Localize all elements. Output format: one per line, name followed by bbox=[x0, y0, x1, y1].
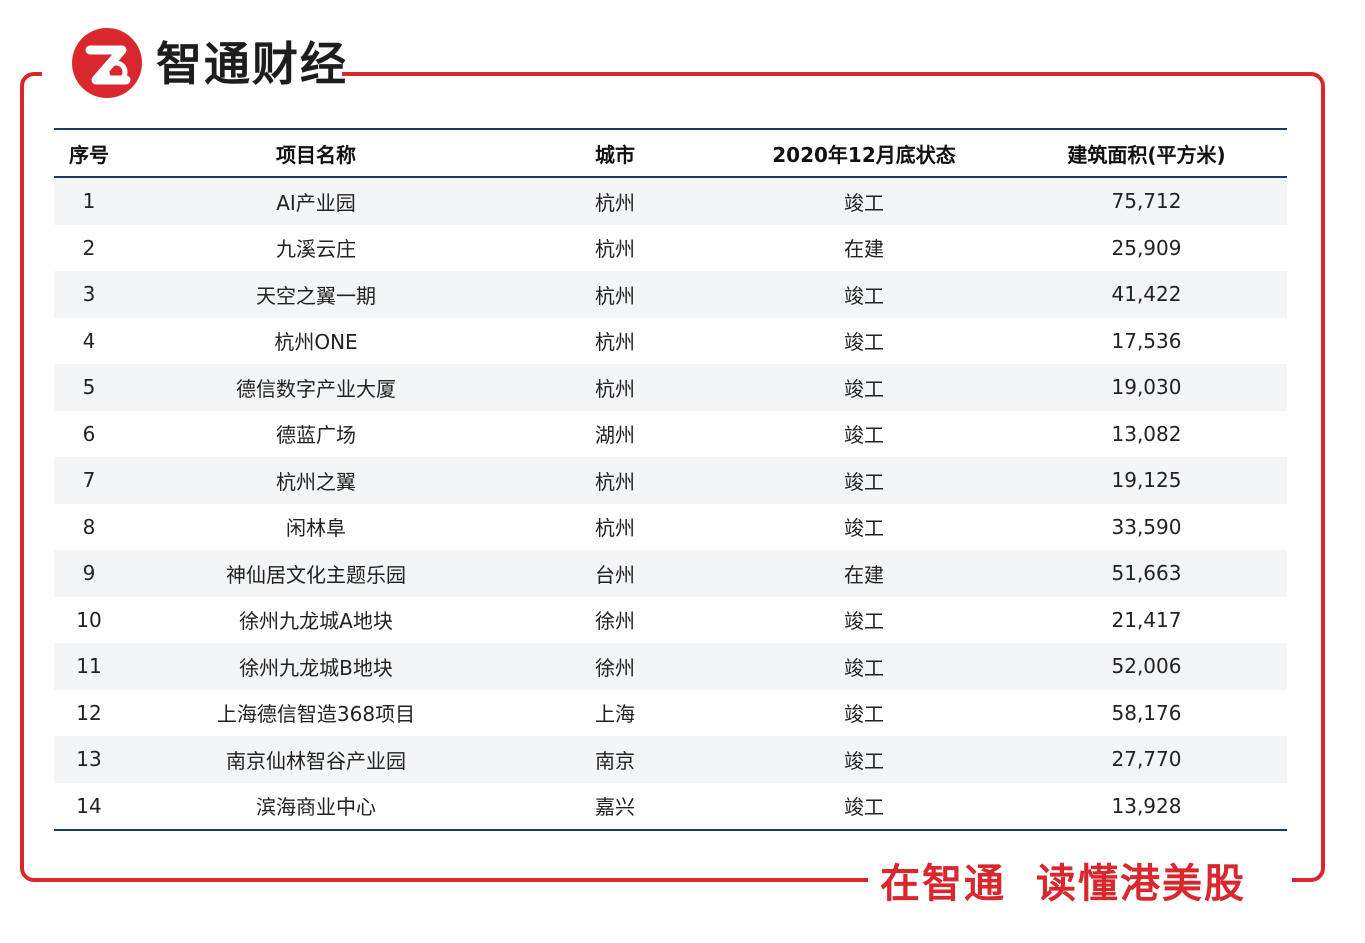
cell-city: 杭州 bbox=[508, 457, 722, 504]
header-floor-area: 建筑面积(平方米) bbox=[1067, 142, 1226, 167]
table-row: 14 滨海商业中心 嘉兴 竣工 13,928 bbox=[54, 783, 1287, 830]
cell-status: 竣工 bbox=[844, 516, 884, 541]
cell-index: 2 bbox=[82, 235, 96, 260]
cell-city: 杭州 bbox=[595, 516, 635, 541]
table-row: 8 闲林阜 杭州 竣工 33,590 bbox=[54, 504, 1287, 551]
cell-status: 竣工 bbox=[844, 423, 884, 448]
cell-city: 杭州 bbox=[595, 330, 635, 355]
table-row: 4 杭州ONE 杭州 竣工 17,536 bbox=[54, 318, 1287, 365]
brand-name: 智通财经 bbox=[156, 37, 348, 91]
cell-index: 4 bbox=[82, 328, 96, 353]
cell-project-name: 九溪云庄 bbox=[276, 237, 356, 262]
cell-status: 在建 bbox=[722, 550, 1006, 597]
cell-city: 徐州 bbox=[508, 643, 722, 690]
cell-city: 南京 bbox=[508, 736, 722, 783]
cell-index: 7 bbox=[54, 457, 124, 504]
cell-status: 竣工 bbox=[722, 364, 1006, 411]
cell-project-name: 杭州之翼 bbox=[124, 457, 508, 504]
cell-project-name: 上海德信智造368项目 bbox=[216, 702, 416, 727]
cell-project-name: 闲林阜 bbox=[286, 516, 346, 541]
cell-index: 13 bbox=[54, 736, 124, 783]
cell-floor-area: 13,928 bbox=[1111, 793, 1182, 818]
projects-table: 序号 项目名称 城市 2020年12月底状态 建筑面积(平方米) 1 AI产业园杭… bbox=[54, 128, 1287, 831]
cell-floor-area: 21,417 bbox=[1111, 607, 1182, 632]
cell-status: 竣工 bbox=[844, 609, 884, 634]
cell-floor-area: 13,082 bbox=[1111, 421, 1182, 446]
cell-project-name: 徐州九龙城B地块 bbox=[124, 643, 508, 690]
cell-status: 竣工 bbox=[722, 457, 1006, 504]
cell-city: 杭州 bbox=[508, 364, 722, 411]
cell-project-name: 南京仙林智谷产业园 bbox=[124, 736, 508, 783]
cell-city: 杭州 bbox=[595, 237, 635, 262]
cell-project-name: 神仙居文化主题乐园 bbox=[124, 550, 508, 597]
table-row: 6 德蓝广场 湖州 竣工 13,082 bbox=[54, 411, 1287, 458]
slogan-part1: 在智通 bbox=[880, 861, 1006, 907]
cell-status: 竣工 bbox=[844, 795, 884, 820]
table-row: 13 南京仙林智谷产业园 南京 竣工 27,770 bbox=[54, 736, 1287, 783]
table-row: 3 天空之翼一期 杭州 竣工 41,422 bbox=[54, 271, 1287, 318]
table-row: 10 徐州九龙城A地块 徐州 竣工 21,417 bbox=[54, 597, 1287, 644]
cell-floor-area: 17,536 bbox=[1111, 328, 1182, 353]
table-row: 7 杭州之翼 杭州 竣工 19,125 bbox=[54, 457, 1287, 504]
cell-index: 8 bbox=[82, 514, 96, 539]
cell-floor-area: 75,712 bbox=[1006, 177, 1287, 225]
cell-floor-area: 41,422 bbox=[1006, 271, 1287, 318]
table-row: 9 神仙居文化主题乐园 台州 在建 51,663 bbox=[54, 550, 1287, 597]
header-status: 2020年12月底状态 bbox=[772, 142, 956, 167]
cell-status: 在建 bbox=[844, 237, 884, 262]
slogan: 在智通 读懂港美股 bbox=[880, 856, 1246, 912]
cell-city: 上海 bbox=[595, 702, 635, 727]
cell-project-name: 徐州九龙城A地块 bbox=[239, 609, 393, 634]
cell-status: 竣工 bbox=[722, 271, 1006, 318]
header-index: 序号 bbox=[69, 142, 109, 167]
cell-index: 6 bbox=[82, 421, 96, 446]
cell-status: 竣工 bbox=[722, 643, 1006, 690]
table-header-row: 序号 项目名称 城市 2020年12月底状态 建筑面积(平方米) bbox=[54, 129, 1287, 177]
cell-city: 嘉兴 bbox=[595, 795, 635, 820]
cell-floor-area: 19,125 bbox=[1006, 457, 1287, 504]
cell-floor-area: 52,006 bbox=[1006, 643, 1287, 690]
cell-project-name: 滨海商业中心 bbox=[256, 795, 376, 820]
cell-index: 9 bbox=[54, 550, 124, 597]
cell-index: 3 bbox=[54, 271, 124, 318]
cell-status: 竣工 bbox=[722, 177, 1006, 225]
slogan-part2: 读懂港美股 bbox=[1036, 861, 1246, 907]
cell-index: 1 bbox=[54, 177, 124, 225]
cell-index: 12 bbox=[76, 700, 102, 725]
cell-index: 11 bbox=[54, 643, 124, 690]
cell-city: 徐州 bbox=[595, 609, 635, 634]
header-project-name: 项目名称 bbox=[276, 142, 356, 167]
cell-city: 湖州 bbox=[595, 423, 635, 448]
cell-status: 竣工 bbox=[844, 702, 884, 727]
table-row: 2 九溪云庄 杭州 在建 25,909 bbox=[54, 225, 1287, 272]
zhitong-logo-icon bbox=[72, 28, 142, 98]
cell-project-name: 杭州ONE bbox=[274, 330, 358, 355]
cell-status: 竣工 bbox=[722, 736, 1006, 783]
cell-status: 竣工 bbox=[844, 330, 884, 355]
cell-project-name: AI产业园 bbox=[124, 177, 508, 225]
table-row: 5 德信数字产业大厦 杭州 竣工 19,030 bbox=[54, 364, 1287, 411]
cell-project-name: 德信数字产业大厦 bbox=[124, 364, 508, 411]
table-row: 12 上海德信智造368项目 上海 竣工 58,176 bbox=[54, 690, 1287, 737]
cell-index: 10 bbox=[76, 607, 102, 632]
table-row: 1 AI产业园 杭州 竣工 75,712 bbox=[54, 177, 1287, 225]
cell-floor-area: 33,590 bbox=[1111, 514, 1182, 539]
header-city: 城市 bbox=[595, 142, 635, 167]
cell-floor-area: 25,909 bbox=[1111, 235, 1182, 260]
cell-project-name: 德蓝广场 bbox=[276, 423, 356, 448]
cell-project-name: 天空之翼一期 bbox=[124, 271, 508, 318]
table-row: 11 徐州九龙城B地块 徐州 竣工 52,006 bbox=[54, 643, 1287, 690]
cell-city: 杭州 bbox=[508, 271, 722, 318]
cell-floor-area: 58,176 bbox=[1111, 700, 1182, 725]
cell-city: 台州 bbox=[508, 550, 722, 597]
cell-index: 14 bbox=[76, 793, 102, 818]
cell-floor-area: 51,663 bbox=[1006, 550, 1287, 597]
cell-index: 5 bbox=[54, 364, 124, 411]
cell-floor-area: 27,770 bbox=[1006, 736, 1287, 783]
cell-floor-area: 19,030 bbox=[1006, 364, 1287, 411]
cell-city: 杭州 bbox=[508, 177, 722, 225]
